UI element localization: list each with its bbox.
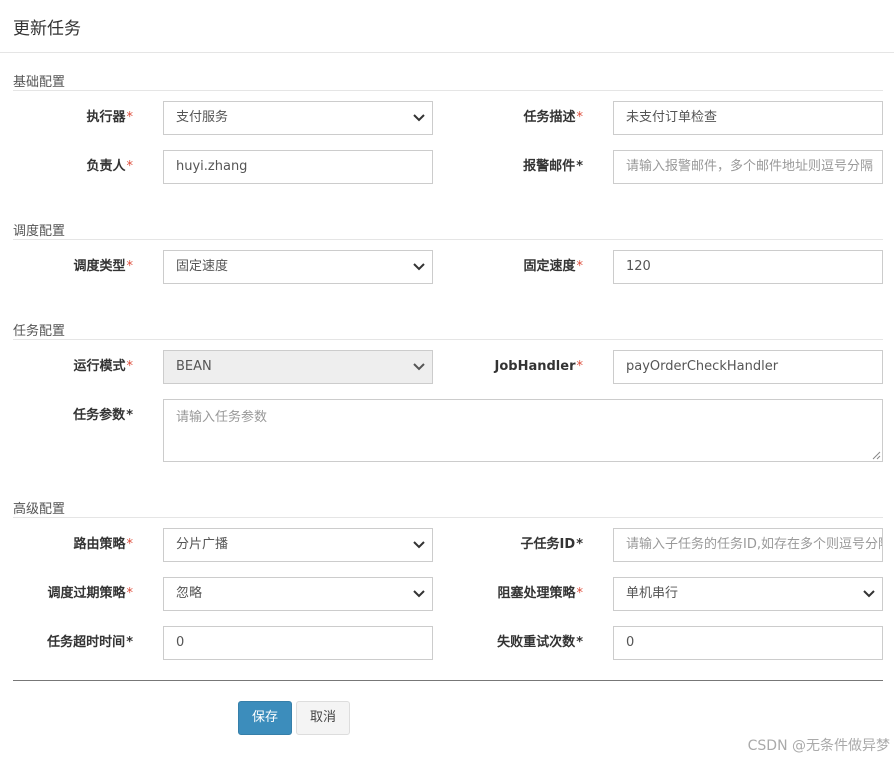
- fixed-rate-input[interactable]: 120: [613, 250, 883, 284]
- misfire-strategy-select[interactable]: 忽略: [163, 577, 433, 611]
- resize-grip-icon[interactable]: [871, 450, 881, 460]
- section-task-title: 任务配置: [13, 320, 883, 340]
- job-desc-input[interactable]: 未支付订单检查: [613, 101, 883, 135]
- modal-title: 更新任务: [13, 19, 81, 39]
- job-handler-label: JobHandler*: [494, 359, 583, 374]
- run-mode-select: BEAN: [163, 350, 433, 384]
- route-strategy-label: 路由策略*: [73, 537, 133, 552]
- section-basic-title: 基础配置: [13, 71, 883, 91]
- schedule-type-select[interactable]: 固定速度: [163, 250, 433, 284]
- owner-label: 负责人*: [86, 159, 133, 174]
- alarm-email-input[interactable]: 请输入报警邮件，多个邮件地址则逗号分隔: [613, 150, 883, 184]
- misfire-strategy-label: 调度过期策略*: [47, 586, 133, 601]
- executor-select[interactable]: 支付服务: [163, 101, 433, 135]
- owner-input[interactable]: huyi.zhang: [163, 150, 433, 184]
- route-strategy-select[interactable]: 分片广播: [163, 528, 433, 562]
- job-param-label: 任务参数*: [73, 408, 133, 423]
- alarm-email-label: 报警邮件*: [523, 159, 583, 174]
- schedule-type-label: 调度类型*: [73, 259, 133, 274]
- modal-header: 更新任务: [0, 0, 894, 53]
- fail-retry-input[interactable]: 0: [613, 626, 883, 660]
- cancel-button[interactable]: 取消: [296, 701, 350, 735]
- run-mode-label: 运行模式*: [73, 359, 133, 374]
- fail-retry-label: 失败重试次数*: [497, 635, 583, 650]
- chevron-down-icon: [862, 578, 876, 610]
- save-button[interactable]: 保存: [238, 701, 292, 735]
- section-advanced-title: 高级配置: [13, 498, 883, 518]
- block-strategy-label: 阻塞处理策略*: [497, 586, 583, 601]
- footer-divider: [13, 680, 883, 681]
- timeout-label: 任务超时时间*: [47, 635, 133, 650]
- child-job-id-input[interactable]: 请输入子任务的任务ID,如存在多个则逗号分隔: [613, 528, 883, 562]
- child-job-id-label: 子任务ID*: [520, 537, 583, 552]
- job-handler-input[interactable]: payOrderCheckHandler: [613, 350, 883, 384]
- timeout-input[interactable]: 0: [163, 626, 433, 660]
- executor-label: 执行器*: [86, 110, 133, 125]
- block-strategy-select[interactable]: 单机串行: [613, 577, 883, 611]
- fixed-rate-label: 固定速度*: [523, 259, 583, 274]
- job-desc-label: 任务描述*: [523, 110, 583, 125]
- job-param-textarea[interactable]: 请输入任务参数: [163, 399, 883, 462]
- watermark: CSDN @无条件做异梦: [747, 738, 890, 754]
- section-schedule-title: 调度配置: [13, 220, 883, 240]
